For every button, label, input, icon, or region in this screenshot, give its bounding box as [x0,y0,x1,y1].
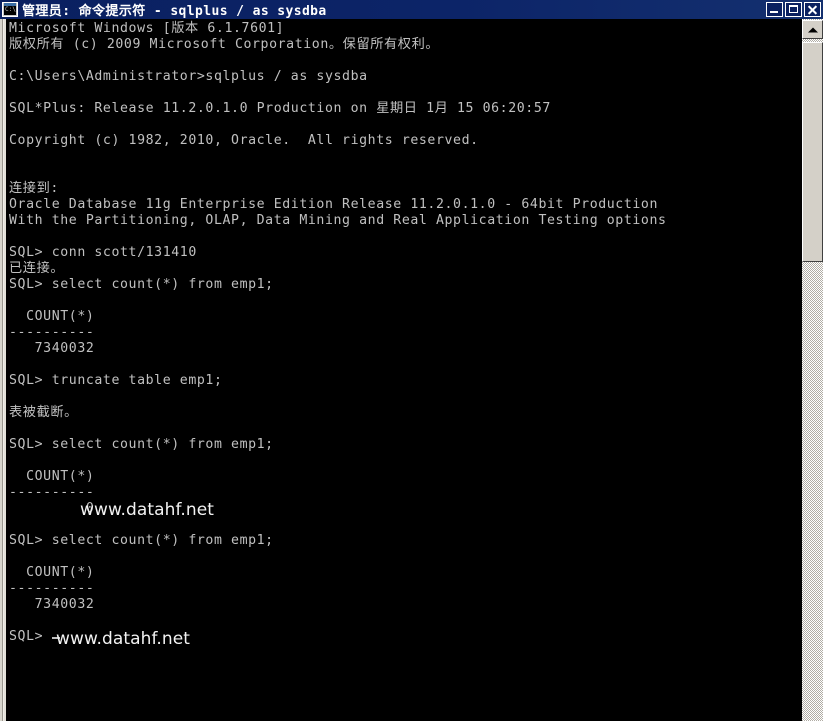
title-bar[interactable]: C:\ 管理员: 命令提示符 - sqlplus / as sysdba [0,0,823,19]
site-watermark: www.datahf.net [80,500,215,520]
minimize-icon [767,3,782,16]
console-line: SQL> truncate table emp1; [9,373,223,388]
console-line: ---------- [9,581,95,596]
console-line: COUNT(*) [9,469,95,484]
minimize-button[interactable] [766,2,783,17]
console-line: 表被截断。 [9,405,78,420]
maximize-icon [786,3,801,16]
console-line: Oracle Database 11g Enterprise Edition R… [9,197,659,212]
icon-prompt-text: C:\ [4,6,16,15]
console-line: COUNT(*) [9,565,95,580]
console-line: ---------- [9,325,95,340]
console-text-lines: Microsoft Windows [版本 6.1.7601] 版权所有 (c) … [9,21,798,645]
scroll-up-arrow-icon [807,27,818,32]
close-button[interactable] [804,2,821,17]
console-line: 版权所有 (c) 2009 Microsoft Corporation。保留所有… [9,37,440,52]
console-line: 已连接。 [9,261,65,276]
console-line: With the Partitioning, OLAP, Data Mining… [9,213,667,228]
scrollbar-thumb[interactable] [802,42,823,262]
maximize-button[interactable] [785,2,802,17]
console-line: SQL> conn scott/131410 [9,245,197,260]
console-line: SQL> select count(*) from emp1; [9,533,274,548]
cmd-console-icon[interactable]: C:\ [2,2,18,17]
console-line: COUNT(*) [9,309,95,324]
console-line: Microsoft Windows [版本 6.1.7601] [9,21,285,36]
window-left-border [0,19,9,721]
console-line: C:\Users\Administrator>sqlplus / as sysd… [9,69,368,84]
console-line: ---------- [9,485,95,500]
close-icon [805,3,820,16]
vertical-scrollbar[interactable] [798,19,823,721]
console-window: C:\ 管理员: 命令提示符 - sqlplus / as sysdba Mic… [0,0,823,721]
window-title: 管理员: 命令提示符 - sqlplus / as sysdba [22,4,327,19]
console-line: 7340032 [9,341,95,356]
console-line: SQL*Plus: Release 11.2.0.1.0 Production … [9,101,551,116]
scroll-up-button[interactable] [802,20,823,39]
window-controls [766,2,821,17]
console-line: 连接到: [9,181,59,196]
site-watermark: www.datahf.net [56,629,191,649]
console-output-area[interactable]: Microsoft Windows [版本 6.1.7601] 版权所有 (c) … [9,19,798,721]
console-line: 7340032 [9,597,95,612]
console-line: SQL> select count(*) from emp1; [9,277,274,292]
console-line: SQL> select count(*) from emp1; [9,437,274,452]
console-line: Copyright (c) 1982, 2010, Oracle. All ri… [9,133,479,148]
